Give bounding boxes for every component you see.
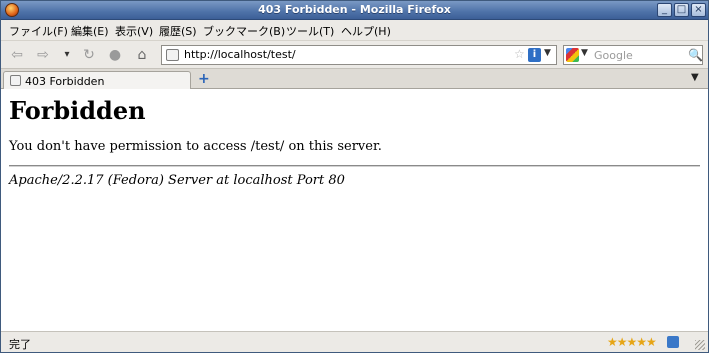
menu-view[interactable]: 表示(V) xyxy=(115,23,153,39)
server-signature: Apache/2.2.17 (Fedora) Server at localho… xyxy=(9,173,345,188)
maximize-button[interactable]: □ xyxy=(674,3,689,17)
home-icon[interactable]: ⌂ xyxy=(132,45,152,65)
history-dropdown-icon[interactable]: ▾ xyxy=(57,45,77,65)
error-message: You don't have permission to access /tes… xyxy=(9,139,382,154)
tab-label: 403 Forbidden xyxy=(25,75,105,88)
menu-tools[interactable]: ツール(T) xyxy=(286,23,334,39)
page-heading: Forbidden xyxy=(9,96,146,125)
rating-stars-icon[interactable]: ★★★★★ xyxy=(607,335,657,349)
search-bar: ▼ 🔍 xyxy=(563,45,703,65)
divider xyxy=(9,165,700,167)
url-bar[interactable]: http://localhost/test/ ☆ i ▼ xyxy=(161,45,557,65)
menu-bar: ファイル(F) 編集(E) 表示(V) 履歴(S) ブックマーク(B) ツール(… xyxy=(1,20,708,40)
url-text[interactable]: http://localhost/test/ xyxy=(184,48,296,61)
minimize-button[interactable]: _ xyxy=(657,3,672,17)
stop-icon[interactable]: ● xyxy=(105,45,125,65)
chevron-down-icon: ▼ xyxy=(581,48,588,58)
menu-file[interactable]: ファイル(F) xyxy=(9,23,68,39)
reload-icon[interactable]: ↻ xyxy=(79,45,99,65)
addon-icon[interactable] xyxy=(667,336,679,348)
status-text: 完了 xyxy=(9,338,31,351)
close-button[interactable]: × xyxy=(691,3,706,17)
browser-window: 403 Forbidden - Mozilla Firefox _ □ × ファ… xyxy=(0,0,709,353)
menu-edit[interactable]: 編集(E) xyxy=(71,23,109,39)
page-content: Forbidden You don't have permission to a… xyxy=(1,89,708,331)
title-bar[interactable]: 403 Forbidden - Mozilla Firefox _ □ × xyxy=(1,1,708,20)
site-info-icon[interactable]: i xyxy=(528,48,541,62)
search-engine-selector[interactable]: ▼ xyxy=(566,48,590,62)
search-icon[interactable]: 🔍 xyxy=(688,48,703,62)
navigation-toolbar: ⇦ ⇨ ▾ ↻ ● ⌂ http://localhost/test/ ☆ i ▼… xyxy=(1,40,708,68)
window-title: 403 Forbidden - Mozilla Firefox xyxy=(258,3,451,16)
tab-bar: 403 Forbidden + ▼ xyxy=(1,68,708,90)
back-icon[interactable]: ⇦ xyxy=(7,45,27,65)
menu-history[interactable]: 履歴(S) xyxy=(159,23,197,39)
list-all-tabs-icon[interactable]: ▼ xyxy=(691,72,699,83)
tab-favicon-icon xyxy=(10,75,21,86)
url-dropdown-icon[interactable]: ▼ xyxy=(544,48,551,58)
forward-icon[interactable]: ⇨ xyxy=(33,45,53,65)
new-tab-icon[interactable]: + xyxy=(198,71,210,87)
menu-bookmarks[interactable]: ブックマーク(B) xyxy=(203,23,285,39)
google-icon xyxy=(566,48,579,62)
tab-forbidden[interactable]: 403 Forbidden xyxy=(3,71,191,90)
status-bar: 完了 ★★★★★ xyxy=(1,331,708,352)
bookmark-star-icon[interactable]: ☆ xyxy=(514,47,525,61)
menu-help[interactable]: ヘルプ(H) xyxy=(341,23,391,39)
resize-grip-icon[interactable] xyxy=(695,340,705,350)
search-input[interactable] xyxy=(594,48,682,62)
page-favicon-icon xyxy=(166,49,179,61)
